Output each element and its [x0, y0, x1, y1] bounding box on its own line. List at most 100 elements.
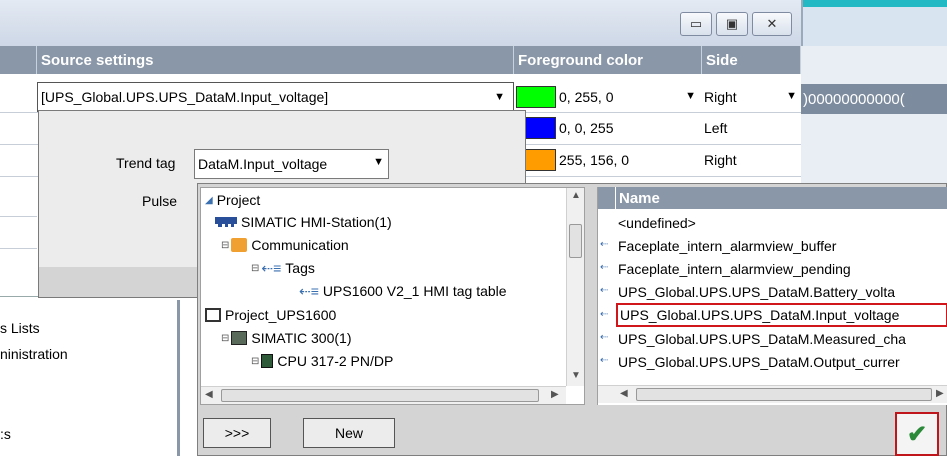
list-horizontal-scrollbar[interactable]: ◀ ▶	[598, 385, 947, 403]
row-divider	[0, 216, 37, 217]
list-item[interactable]: UPS_Global.UPS.UPS_DataM.Measured_cha	[616, 328, 946, 350]
header-source-settings[interactable]: Source settings	[37, 46, 514, 74]
dropdown-arrow-icon[interactable]: ▼	[373, 156, 384, 168]
tag-icon: ⇠	[600, 239, 609, 250]
maximize-icon: ▣	[725, 16, 739, 31]
list-item-selected[interactable]: UPS_Global.UPS.UPS_DataM.Input_voltage	[616, 303, 947, 327]
tag-icon: ⇠	[600, 355, 609, 366]
communication-icon	[231, 238, 248, 252]
list-item-label: UPS_Global.UPS.UPS_DataM.Input_voltage	[620, 307, 900, 323]
tree-item-label: Project	[216, 192, 261, 208]
maximize-button[interactable]: ▣	[716, 12, 748, 36]
project-icon: ◢	[205, 194, 213, 206]
row-header-cell	[0, 46, 37, 74]
color-value: 0, 255, 0	[559, 89, 614, 105]
list-item-label: Faceplate_intern_alarmview_buffer	[618, 238, 837, 254]
minimize-icon: ▭	[689, 16, 703, 31]
cpu-icon	[261, 354, 274, 368]
left-panel: s Lists ninistration :s	[0, 300, 180, 456]
scroll-left-icon[interactable]: ◀	[620, 388, 628, 399]
color-value: 0, 0, 255	[559, 120, 614, 136]
trend-tag-label: Trend tag	[116, 155, 176, 171]
foreground-color-cell[interactable]: 0, 255, 0 ▼	[516, 82, 702, 112]
list-item[interactable]: Faceplate_intern_alarmview_pending	[616, 258, 946, 280]
list-item-label: UPS_Global.UPS.UPS_DataM.Measured_cha	[618, 331, 906, 347]
scroll-right-icon[interactable]: ▶	[936, 388, 944, 399]
list-item[interactable]: <undefined>	[616, 212, 946, 234]
ok-button[interactable]: ✔	[895, 412, 939, 456]
source-settings-cell[interactable]: [UPS_Global.UPS.UPS_DataM.Input_voltage]…	[37, 82, 514, 112]
dropdown-arrow-icon[interactable]: ▼	[685, 90, 696, 102]
tags-icon: ⇠≡	[261, 259, 282, 276]
tag-icon: ⇠	[600, 332, 609, 343]
project-folder-icon	[205, 308, 221, 322]
scroll-thumb[interactable]	[221, 389, 539, 402]
list-item[interactable]: UPS_Global.UPS.UPS_DataM.Output_currer	[616, 351, 946, 373]
side-value: Right	[704, 89, 737, 105]
list-item-label: <undefined>	[618, 215, 696, 231]
trend-tag-combobox[interactable]: DataM.Input_voltage ▼	[194, 149, 389, 179]
left-panel-item[interactable]: :s	[0, 426, 11, 442]
checkmark-icon: ✔	[906, 420, 928, 448]
close-icon: ✕	[766, 16, 778, 31]
list-item[interactable]: Faceplate_intern_alarmview_buffer	[616, 235, 946, 257]
list-row-header	[598, 187, 616, 209]
project-tree[interactable]: ◢ Project SIMATIC HMI-Station(1) ⊟ Commu…	[200, 187, 585, 405]
hmi-station-icon	[215, 217, 237, 227]
left-panel-item[interactable]: s Lists	[0, 320, 40, 336]
side-value: Right	[704, 152, 737, 168]
tag-list[interactable]: Name <undefined> Faceplate_intern_alarmv…	[597, 187, 947, 405]
tree-item-project-ups1600[interactable]: Project_UPS1600	[205, 304, 336, 326]
tree-item-label: CPU 317-2 PN/DP	[277, 353, 394, 369]
scroll-right-icon[interactable]: ▶	[551, 389, 559, 400]
right-panel-header	[801, 0, 947, 46]
tree-item-label: SIMATIC 300(1)	[251, 330, 352, 346]
tree-item-label: UPS1600 V2_1 HMI tag table	[322, 283, 507, 299]
scroll-thumb[interactable]	[569, 224, 582, 258]
right-overflow-panel	[801, 46, 947, 184]
trend-tag-value: DataM.Input_voltage	[198, 156, 328, 172]
header-side[interactable]: Side	[702, 46, 801, 74]
pulse-label: Pulse	[142, 193, 178, 209]
list-item[interactable]: UPS_Global.UPS.UPS_DataM.Battery_volta	[616, 281, 946, 303]
tree-item-cpu[interactable]: ⊟ CPU 317-2 PN/DP	[251, 350, 393, 372]
side-cell[interactable]: Right ▼	[704, 82, 801, 112]
row-divider	[0, 248, 37, 249]
dropdown-arrow-icon[interactable]: ▼	[494, 91, 505, 103]
tree-item-tag-table[interactable]: ⇠≡ UPS1600 V2_1 HMI tag table	[299, 280, 507, 302]
foreground-color-cell[interactable]: 255, 156, 0	[516, 145, 702, 175]
side-cell[interactable]: Right	[704, 145, 801, 175]
tag-table-icon: ⇠≡	[299, 282, 319, 299]
close-button[interactable]: ✕	[752, 12, 792, 36]
tree-item-communication[interactable]: ⊟ Communication	[221, 234, 349, 256]
side-cell[interactable]: Left	[704, 113, 801, 143]
collapse-icon[interactable]: ⊟	[251, 356, 259, 367]
new-button[interactable]: New	[303, 418, 395, 448]
scroll-up-icon[interactable]: ▲	[571, 190, 581, 201]
collapse-icon[interactable]: ⊟	[221, 333, 229, 344]
list-item-label: UPS_Global.UPS.UPS_DataM.Battery_volta	[618, 284, 896, 300]
tree-item-label: Communication	[251, 237, 349, 253]
expand-button[interactable]: >>>	[203, 418, 271, 448]
list-item-label: Faceplate_intern_alarmview_pending	[618, 261, 851, 277]
tree-vertical-scrollbar[interactable]: ▲ ▼	[566, 188, 584, 386]
dropdown-arrow-icon[interactable]: ▼	[786, 90, 797, 102]
collapse-icon[interactable]: ⊟	[221, 240, 229, 251]
foreground-color-cell[interactable]: 0, 0, 255	[516, 113, 702, 143]
left-panel-item[interactable]: ninistration	[0, 346, 68, 362]
tree-item-simatic-300[interactable]: ⊟ SIMATIC 300(1)	[221, 327, 352, 349]
tree-item-hmi-station[interactable]: SIMATIC HMI-Station(1)	[215, 211, 392, 233]
tree-item-label: Tags	[285, 260, 315, 276]
scroll-thumb[interactable]	[636, 388, 932, 401]
tree-item-label: Project_UPS1600	[225, 307, 337, 323]
header-foreground-color[interactable]: Foreground color	[514, 46, 702, 74]
scroll-down-icon[interactable]: ▼	[571, 370, 581, 381]
minimize-button[interactable]: ▭	[680, 12, 712, 36]
list-header-name[interactable]: Name	[616, 187, 947, 209]
tree-item-tags[interactable]: ⊟ ⇠≡ Tags	[251, 257, 315, 279]
tag-icon: ⇠	[600, 262, 609, 273]
scroll-left-icon[interactable]: ◀	[205, 389, 213, 400]
tree-horizontal-scrollbar[interactable]: ◀ ▶	[201, 386, 566, 404]
collapse-icon[interactable]: ⊟	[251, 263, 259, 274]
tree-item-project[interactable]: ◢ Project	[205, 189, 260, 211]
